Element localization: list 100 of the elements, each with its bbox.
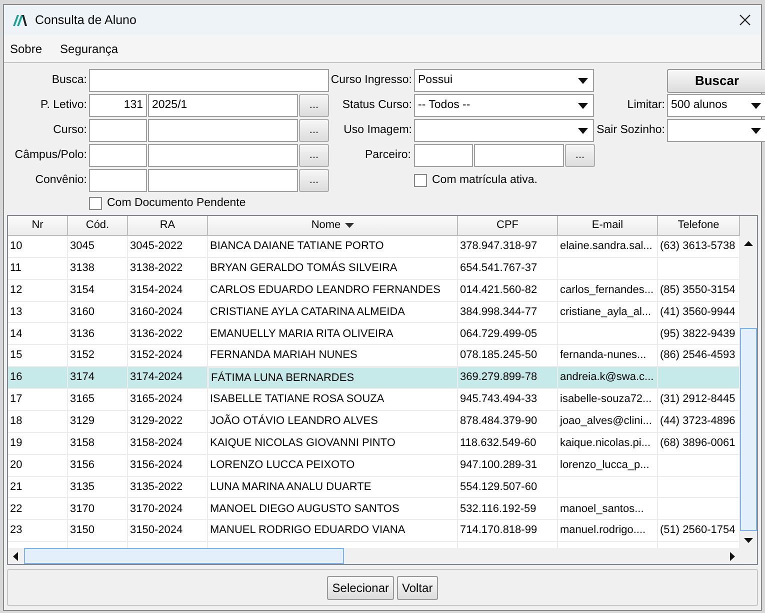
input-field[interactable] [474,144,564,167]
table-row[interactable]: 21 3135 3135-2022 LUNA MARINA ANALU DUARTE 554.129.507-60 [8,476,740,498]
table-cell-text: 3135 [70,480,94,495]
table-row[interactable]: 14 3136 3136-2022 EMANUELLY MARIA RITA OLIVEIRA 064.729.499-05 (95) 3822-9439 [8,323,740,346]
input-field[interactable] [89,169,147,192]
table-row[interactable]: 22 3170 3170-2024 MANOEL DIEGO AUGUSTO SANTOS 532.116.192-59 manoel_santos... [8,498,740,520]
dropdown[interactable]: -- Todos -- [414,94,594,117]
table-cell-text: 3152-2024 [130,348,183,364]
close-icon[interactable] [739,14,751,26]
field-label: Curso: [52,122,88,138]
browse-button[interactable]: ... [299,144,329,167]
table-cell-text: (63) 3613-5738 [660,239,736,254]
field-label: Busca: [50,72,88,88]
input-field[interactable]: 131 [89,94,147,117]
table-cell-text: 3158-2024 [130,436,183,451]
input-field[interactable]: 2025/1 [148,94,298,117]
table-row[interactable]: 23 3150 3150-2024 MANUEL RODRIGO EDUARDO VIANA 714.170.818-99 manuel.rodrigo.... (51) 2560-1754 [8,520,740,542]
input-field[interactable] [148,119,298,142]
table-row[interactable]: 20 3156 3156-2024 LORENZO LUCCA PEIXOTO 947.100.289-31 lorenzo_lucca_p... [8,454,740,476]
vertical-scroll-thumb[interactable] [740,328,757,531]
column-header[interactable]: Telefone [658,216,740,236]
input-field[interactable] [89,69,329,92]
table-cell-text: 014.421.560-82 [460,282,538,298]
table-cell-text: 947.100.289-31 [460,458,538,473]
table-cell-text: ISABELLE TATIANE ROSA SOUZA [210,392,384,408]
table-row[interactable]: 18 3129 3129-2022 JOÃO OTÁVIO LEANDRO ALVES 878.484.379-90 joao_alves@clini... (44) 3723-4896 [8,410,740,433]
table-cell-text: 384.998.344-77 [460,304,538,320]
input-field[interactable] [148,169,298,192]
browse-button[interactable]: ... [299,119,329,142]
field-label: Uso Imagem: [342,122,413,138]
input-field[interactable] [414,144,473,167]
table-cell-text: cristiane_ayla_al... [560,304,652,320]
browse-button[interactable]: ... [299,169,329,192]
dropdown[interactable]: Possui [414,69,594,92]
table-row[interactable]: 16 3174 3174-2024 FÁTIMA LUNA BERNARDES 369.279.899-78 andreia.k@swa.c... [8,367,740,389]
table-cell-text: 14 [10,326,22,342]
browse-button[interactable]: ... [299,94,329,117]
menu-item[interactable]: Segurança [60,40,118,58]
table-cell-text: 3160 [70,304,94,320]
input-field[interactable] [89,144,147,167]
table-row[interactable]: 19 3158 3158-2024 KAIQUE NICOLAS GIOVANNI PINTO 118.632.549-60 kaique.nicolas.pi... (68) 3896-0061 [8,432,740,455]
table-cell-text: BRYAN GERALDO TOMÁS SILVEIRA [210,260,398,276]
input-field[interactable] [148,144,298,167]
table-row[interactable]: 10 3045 3045-2022 BIANCA DAIANE TATIANE PORTO 378.947.318-97 elaine.sandra.sal... (63) 3613-5738 [8,236,740,258]
browse-button[interactable]: ... [565,144,595,167]
table-cell-text: 878.484.379-90 [460,414,538,430]
table-cell-text: JOÃO OTÁVIO LEANDRO ALVES [210,413,378,430]
column-header[interactable]: Nome [208,216,458,236]
column-header[interactable]: CPF [458,216,558,236]
field-label: Câmpus/Polo: [14,148,88,163]
table-cell-text: 3136-2022 [130,326,183,342]
table-cell-text: 15 [10,348,22,364]
horizontal-scroll-thumb[interactable] [24,548,344,564]
table-cell-text: (41) 3560-9944 [660,304,736,320]
table-row[interactable]: 17 3165 3165-2024 ISABELLE TATIANE ROSA SOUZA 945.743.494-33 isabelle-souza72... (31) 2912-8445 [8,389,740,411]
table-cell-text: 3136 [70,326,94,342]
dialog-button[interactable]: Selecionar [327,576,394,600]
table-cell-text: LORENZO LUCCA PEIXOTO [210,458,355,473]
column-header[interactable]: Nr [8,216,68,236]
table-cell-text: 10 [10,239,22,254]
table-row[interactable]: 13 3160 3160-2024 CRISTIANE AYLA CATARINA ALMEIDA 384.998.344-77 cristiane_ayla_al... (41) 3560-9944 [8,302,740,324]
table-cell-text: 3174 [70,370,94,386]
table-cell-text: 3165 [70,392,94,408]
table-cell-text: (85) 3550-3154 [660,282,736,298]
dropdown[interactable]: 500 alunos [667,94,765,117]
dropdown[interactable] [667,119,765,142]
table-cell-text: 3170 [70,502,94,517]
table-cell-text: 3170-2024 [130,502,183,517]
window-title: Consulta de Aluno [35,12,136,29]
dialog-button[interactable]: Voltar [397,576,438,600]
table-cell-text: 3165-2024 [130,392,183,408]
table-row[interactable]: 11 3138 3138-2022 BRYAN GERALDO TOMÁS SILVEIRA 654.541.767-37 [8,258,740,280]
input-field[interactable] [89,119,147,142]
column-header[interactable]: RA [128,216,208,236]
table-cell-text: 369.279.899-78 [460,370,538,386]
table-cell-text: 118.632.549-60 [460,436,536,451]
table-cell-text: 3174-2024 [130,370,183,386]
table-cell-text: 654.541.767-37 [460,260,538,276]
search-button[interactable]: Buscar [667,68,765,92]
table-cell-text: lorenzo_lucca_p... [560,458,650,473]
table-cell-text: 3150-2024 [130,523,183,538]
column-header[interactable]: E-mail [558,216,658,236]
table-cell-text: 3156 [70,458,94,473]
field-label: Convênio: [34,172,88,188]
table-cell-text: carlos_fernandes... [560,282,654,298]
dropdown-arrow-icon [578,78,588,84]
table-cell-text: 3154 [70,282,94,298]
dropdown[interactable] [414,119,594,142]
table-cell-text: 554.129.507-60 [460,480,538,495]
table-cell-text: 3129-2022 [130,414,183,430]
table-row[interactable]: 12 3154 3154-2024 CARLOS EDUARDO LEANDRO FERNANDES 014.421.560-82 carlos_fernandes... (85) 3550-3154 [8,280,740,302]
menu-item[interactable]: Sobre [10,40,42,58]
column-header[interactable]: Cód. [68,216,128,236]
table-cell-text: 3156-2024 [130,458,183,473]
checkbox[interactable] [89,197,102,210]
checkbox[interactable] [414,174,427,187]
table-cell-text: 16 [10,370,22,386]
table-cell-text: EMANUELLY MARIA RITA OLIVEIRA [210,326,394,342]
table-cell-text: 3154-2024 [130,282,183,298]
table-cell-text: 064.729.499-05 [460,326,538,342]
